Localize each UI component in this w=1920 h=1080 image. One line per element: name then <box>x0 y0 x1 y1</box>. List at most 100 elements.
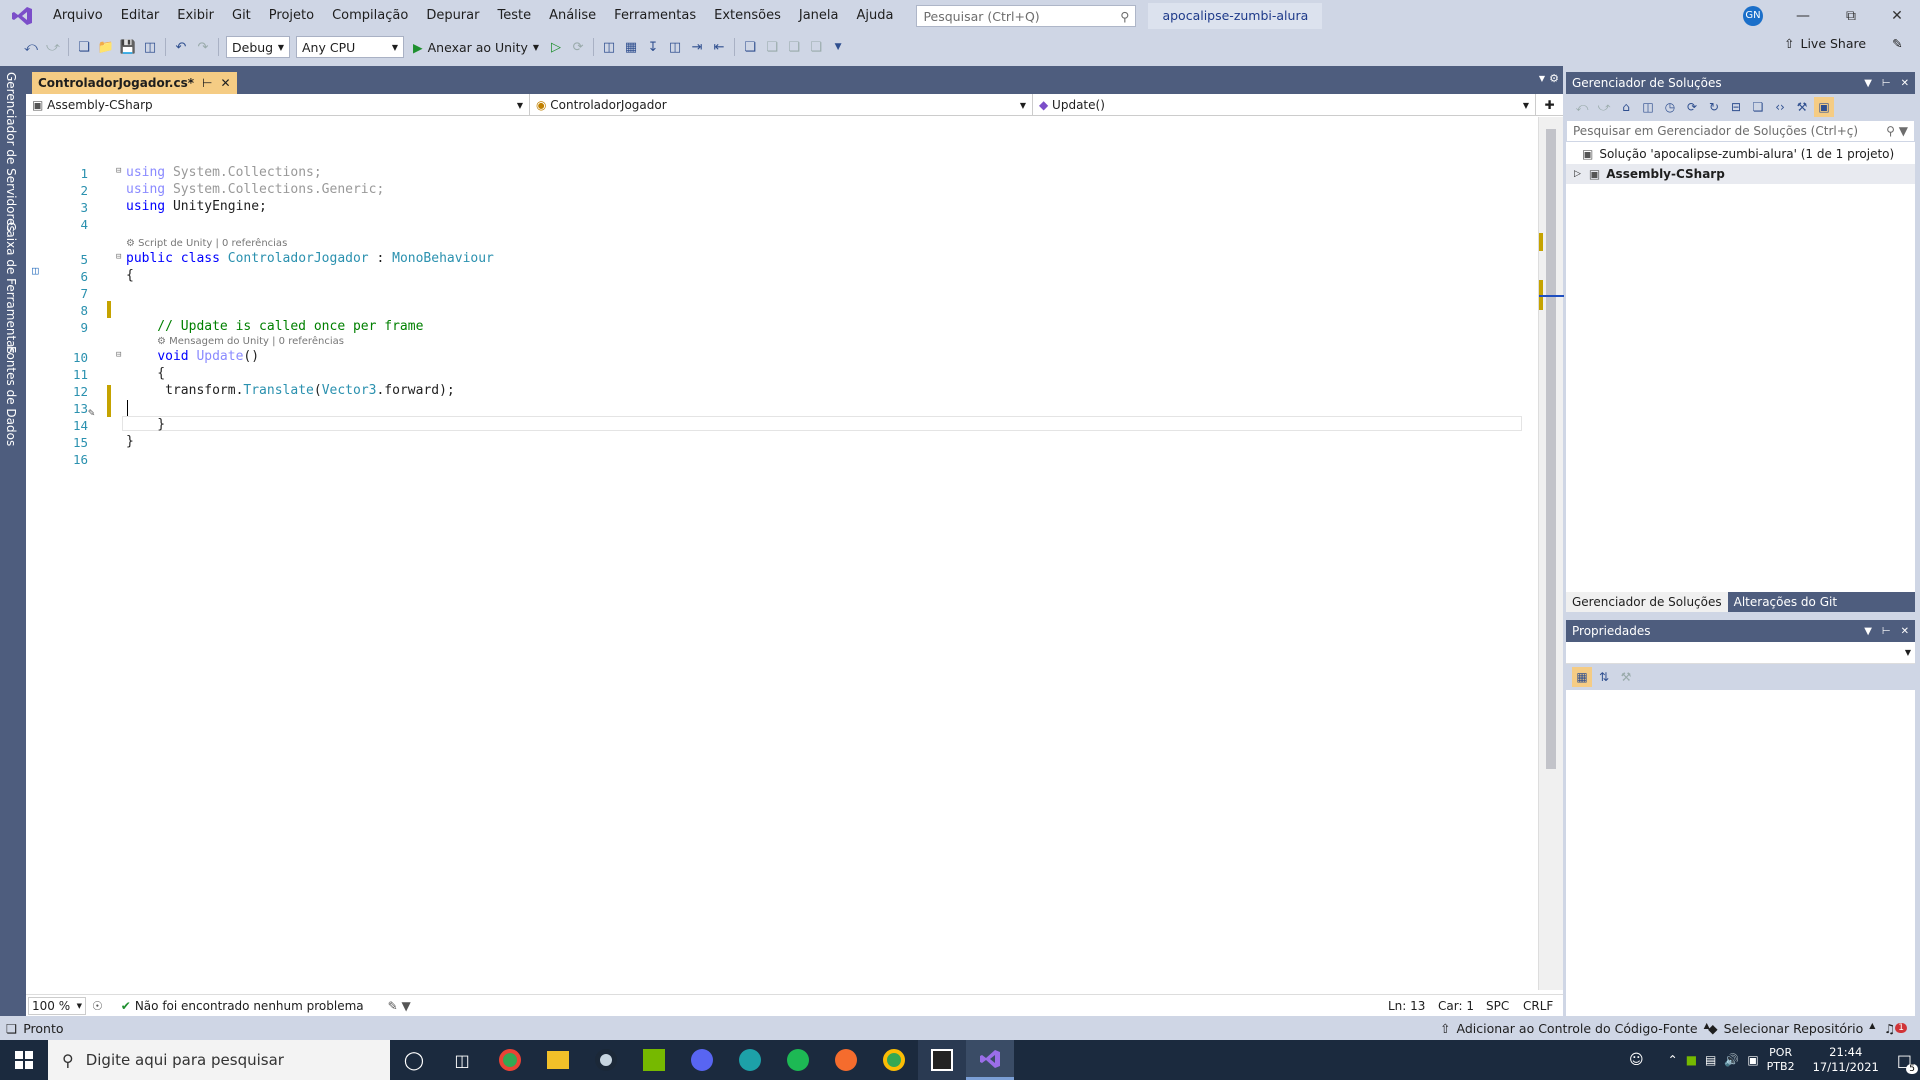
menu-depurar[interactable]: Depurar <box>417 0 488 32</box>
taskbar-app-nvidia[interactable] <box>630 1040 678 1080</box>
taskbar-app-chrome[interactable] <box>486 1040 534 1080</box>
cursor-line[interactable]: Ln: 13 <box>1388 999 1425 1013</box>
close-window-button[interactable]: ✕ <box>1874 0 1920 32</box>
attach-unity-button[interactable]: ▶ Anexar ao Unity ▼ <box>407 40 545 55</box>
taskbar-app-visual-studio[interactable] <box>966 1040 1014 1080</box>
menu-ajuda[interactable]: Ajuda <box>847 0 902 32</box>
menu-janela[interactable]: Janela <box>790 0 848 32</box>
menu-extensoes[interactable]: Extensões <box>705 0 790 32</box>
nvidia-tray-icon[interactable]: ■ <box>1686 1053 1697 1067</box>
history-icon[interactable]: ◷ <box>1660 97 1680 117</box>
browse-icon[interactable]: ◫ <box>598 36 620 58</box>
panel-menu-icon[interactable]: ▼ <box>1864 78 1872 89</box>
close-tab-icon[interactable]: ✕ <box>220 76 230 90</box>
taskbar-app-discord[interactable] <box>678 1040 726 1080</box>
indent-icon[interactable]: ⇥ <box>686 36 708 58</box>
select-repo-button[interactable]: ◆ Selecionar Repositório ▲ <box>1708 1021 1875 1036</box>
taskbar-app-origin[interactable] <box>822 1040 870 1080</box>
platform-select[interactable]: Any CPU ▼ <box>296 36 404 58</box>
action-center-button[interactable]: □ 5 <box>1897 1051 1918 1074</box>
show-hidden-icons-icon[interactable]: ⌃ <box>1668 1053 1678 1067</box>
taskbar-app-steam[interactable] <box>582 1040 630 1080</box>
code-text-area[interactable]: ◫ ✎ 1 ⊟ using System.Collections; 2 using… <box>26 117 1538 990</box>
collapse-icon[interactable]: ⊟ <box>116 252 121 262</box>
pin-icon[interactable]: ⊢ <box>202 76 212 90</box>
start-without-debug-icon[interactable]: ▷ <box>545 36 567 58</box>
back-icon[interactable]: ⤺ <box>1572 97 1592 117</box>
health-icon[interactable]: ☉ <box>92 999 103 1013</box>
clear-bookmarks-icon[interactable]: ❏ <box>805 36 827 58</box>
cursor-column[interactable]: Car: 1 <box>1438 999 1474 1013</box>
close-icon[interactable]: ✕ <box>1901 78 1909 89</box>
code-view-icon[interactable]: ‹› <box>1770 97 1790 117</box>
forward-icon[interactable]: ⤻ <box>1594 97 1614 117</box>
start-button[interactable] <box>0 1040 48 1080</box>
layout-icon[interactable]: ▦ <box>620 36 642 58</box>
taskbar-app-edge[interactable] <box>726 1040 774 1080</box>
expand-arrow-icon[interactable]: ▷ <box>1574 169 1581 179</box>
collapse-icon[interactable]: ⊟ <box>116 350 121 360</box>
next-bookmark-icon[interactable]: ❏ <box>783 36 805 58</box>
save-all-icon[interactable]: ◫ <box>139 36 161 58</box>
pin-icon[interactable]: ⊢ <box>1882 626 1891 637</box>
menu-teste[interactable]: Teste <box>488 0 540 32</box>
people-icon[interactable]: ☺ <box>1629 1052 1644 1068</box>
columns-icon[interactable]: ◫ <box>664 36 686 58</box>
line-ending[interactable]: CRLF <box>1523 999 1553 1013</box>
prev-bookmark-icon[interactable]: ❏ <box>761 36 783 58</box>
menu-exibir[interactable]: Exibir <box>168 0 223 32</box>
data-sources-tab[interactable]: Fontes de Dados <box>4 346 18 446</box>
taskbar-search-box[interactable]: ⚲ Digite aqui para pesquisar <box>48 1040 390 1080</box>
solution-tree-row[interactable]: ▣ Solução 'apocalipse-zumbi-alura' (1 de… <box>1566 144 1915 164</box>
redo-icon[interactable]: ↷ <box>192 36 214 58</box>
cortana-button[interactable]: ◯ <box>390 1040 438 1080</box>
show-all-files-icon[interactable]: ❏ <box>1748 97 1768 117</box>
scrollbar-thumb[interactable] <box>1546 129 1556 769</box>
restore-button[interactable]: ⧉ <box>1828 0 1874 32</box>
global-search-input[interactable]: Pesquisar (Ctrl+Q) ⚲ <box>916 5 1137 27</box>
properties-wrench-icon[interactable]: ⚒ <box>1792 97 1812 117</box>
taskbar-app-chrome-profile[interactable] <box>870 1040 918 1080</box>
taskbar-app-unity[interactable] <box>918 1040 966 1080</box>
clock[interactable]: 21:44 17/11/2021 <box>1813 1045 1879 1075</box>
preview-icon[interactable]: ▣ <box>1814 97 1834 117</box>
hot-reload-icon[interactable]: ⟳ <box>567 36 589 58</box>
refresh-icon[interactable]: ↻ <box>1704 97 1724 117</box>
split-window-button[interactable]: ✚ <box>1536 94 1563 116</box>
tab-solution-explorer[interactable]: Gerenciador de Soluções <box>1566 592 1728 612</box>
live-share-button[interactable]: ⇧ Live Share ✎ <box>1784 36 1903 51</box>
account-avatar[interactable]: GN <box>1743 6 1763 26</box>
property-pages-icon[interactable]: ⚒ <box>1616 667 1636 687</box>
project-nav-select[interactable]: ▣ Assembly-CSharp ▼ <box>26 94 530 116</box>
project-tree-row[interactable]: ▷ ▣ Assembly-CSharp <box>1566 164 1915 184</box>
menu-projeto[interactable]: Projeto <box>260 0 323 32</box>
volume-icon[interactable]: 🔊 <box>1724 1053 1739 1067</box>
home-icon[interactable]: ⌂ <box>1616 97 1636 117</box>
configuration-select[interactable]: Debug ▼ <box>226 36 290 58</box>
minimize-button[interactable]: — <box>1780 0 1826 32</box>
document-tab[interactable]: ControladorJogador.cs* ⊢ ✕ <box>32 72 237 94</box>
server-explorer-tab[interactable]: Gerenciador de Servidores <box>4 72 18 232</box>
problems-status[interactable]: Não foi encontrado nenhum problema <box>135 999 364 1013</box>
properties-object-select[interactable]: ▼ <box>1566 642 1915 664</box>
task-view-button[interactable]: ◫ <box>438 1040 486 1080</box>
close-icon[interactable]: ✕ <box>1901 626 1909 637</box>
menu-arquivo[interactable]: Arquivo <box>44 0 112 32</box>
taskbar-app-files[interactable] <box>534 1040 582 1080</box>
menu-editar[interactable]: Editar <box>112 0 169 32</box>
quick-action-icon[interactable]: ✎ <box>88 406 95 419</box>
open-file-icon[interactable]: 📁 <box>95 36 117 58</box>
menu-git[interactable]: Git <box>223 0 260 32</box>
network-icon[interactable]: ▤ <box>1705 1053 1716 1067</box>
toolbox-tab[interactable]: Caixa de Ferramentas <box>4 222 18 354</box>
settings-gear-icon[interactable]: ⚙ <box>1549 72 1559 85</box>
feedback-icon[interactable]: ✎ <box>1892 36 1902 51</box>
categorized-icon[interactable]: ▦ <box>1572 667 1592 687</box>
solution-search-input[interactable]: Pesquisar em Gerenciador de Soluções (Ct… <box>1566 120 1915 142</box>
code-cleanup-icon[interactable]: ✎ ▼ <box>388 999 411 1013</box>
step-icon[interactable]: ↧ <box>642 36 664 58</box>
vertical-scrollbar[interactable] <box>1538 117 1564 990</box>
outdent-icon[interactable]: ⇤ <box>708 36 730 58</box>
sync-icon[interactable]: ⟳ <box>1682 97 1702 117</box>
pin-icon[interactable]: ⊢ <box>1882 78 1891 89</box>
